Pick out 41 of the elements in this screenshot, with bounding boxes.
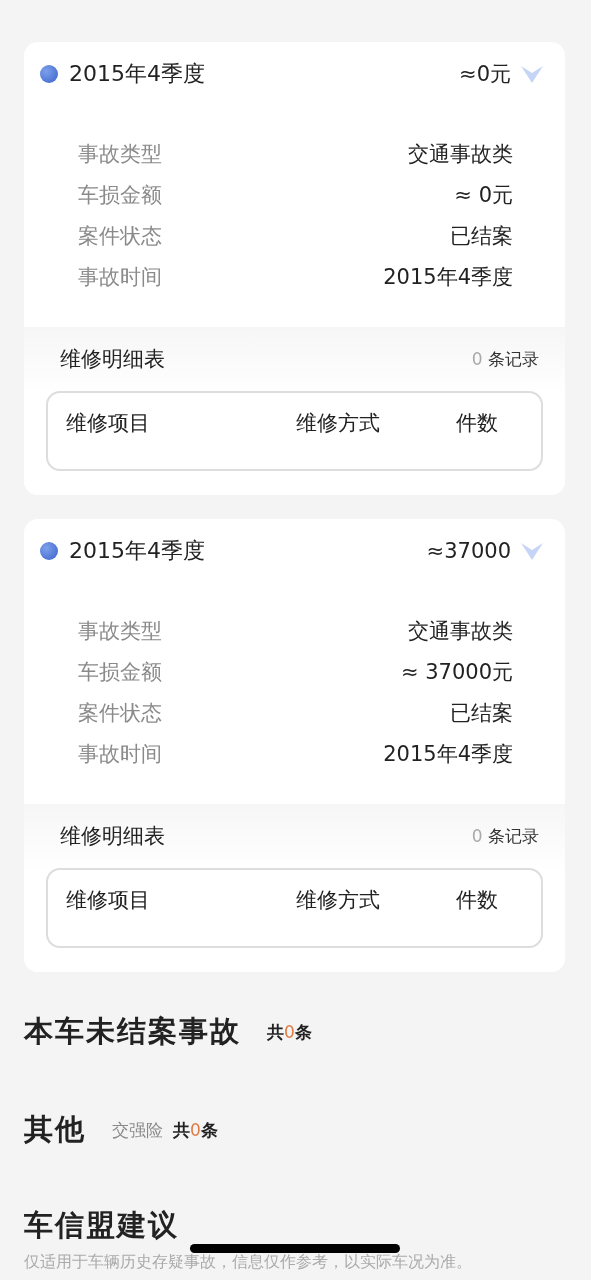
detail-value: ≈ 0元 [454,182,513,209]
detail-label: 事故时间 [78,264,162,291]
column-header: 维修项目 [66,887,151,914]
detail-value: 交通事故类 [408,618,513,645]
column-header: 维修方式 [296,410,381,437]
column-header: 件数 [456,410,499,437]
period-title: 2015年4季度 [69,60,206,88]
period-title: 2015年4季度 [69,537,206,565]
detail-value: 交通事故类 [408,141,513,168]
detail-label: 车损金额 [78,659,162,686]
section-title: 本车未结案事故 [24,1013,241,1050]
amount-text: ≈37000 [426,539,511,563]
detail-label: 事故类型 [78,618,162,645]
detail-label: 事故类型 [78,141,162,168]
count-text: 共0条 [173,1118,218,1142]
detail-label: 案件状态 [78,700,162,727]
amount-text: ≈0元 [459,61,511,88]
detail-value: 已结案 [450,223,513,250]
detail-label: 车损金额 [78,182,162,209]
chevron-icon[interactable] [521,64,543,84]
status-dot-icon [40,65,58,83]
advice-text: 仅适用于车辆历史存疑事故，信息仅作参考，以实际车况为准。 [24,1252,473,1273]
detail-value: ≈ 37000元 [400,659,513,686]
column-header: 件数 [456,887,499,914]
detail-value: 已结案 [450,700,513,727]
record-count: 0 条记录 [471,824,539,848]
detail-value: 2015年4季度 [383,741,513,768]
chevron-icon[interactable] [521,541,543,561]
record-count: 0 条记录 [471,347,539,371]
detail-label: 案件状态 [78,223,162,250]
detail-label: 事故时间 [78,741,162,768]
section-title: 车信盟建议 [24,1208,179,1242]
column-header: 维修方式 [296,887,381,914]
repair-title: 维修明细表 [60,823,165,850]
section-title: 其他 [24,1111,86,1148]
count-text: 共0条 [267,1020,312,1044]
repair-title: 维修明细表 [60,346,165,373]
detail-value: 2015年4季度 [383,264,513,291]
status-dot-icon [40,542,58,560]
tag-text: 交强险 [112,1118,163,1142]
column-header: 维修项目 [66,410,151,437]
